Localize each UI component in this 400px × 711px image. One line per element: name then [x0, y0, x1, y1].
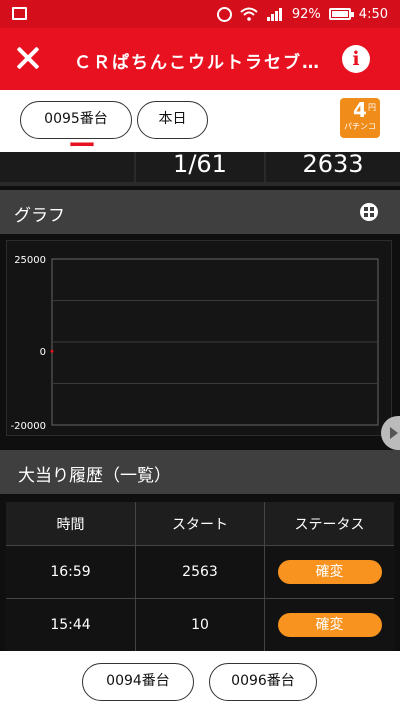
column-header-status: ステータス [294, 516, 365, 533]
slump-chart: 25000 0 -20000 [11, 255, 379, 432]
bottom-nav: 0094番台 0096番台 [0, 651, 400, 711]
stat-cut-value: ー [68, 129, 97, 162]
chart-y-ticks: 25000 0 -20000 [11, 255, 46, 432]
previous-machine-button[interactable]: 0094番台 [82, 663, 194, 701]
status-badge: 確変 [277, 613, 382, 637]
chart-points [50, 349, 54, 353]
status-time: 4:50 [358, 6, 388, 22]
rate-badge-type: パチンコ [344, 122, 376, 131]
table-row: 16:59 2563 確変 [6, 546, 394, 599]
status-badge: 確変 [277, 560, 382, 584]
history-header-row: 時間 スタート ステータス [6, 502, 394, 546]
page-title: ＣＲぱちんこウルトラセブン... [74, 53, 334, 73]
info-icon[interactable]: i [342, 45, 370, 73]
wifi-icon [240, 7, 258, 21]
history-label: 大当り履歴（一覧） [18, 466, 171, 486]
column-header-start: スタート [136, 502, 265, 545]
rate-badge-unit: 円 [368, 103, 376, 112]
graph-panel: 25000 0 -20000 [6, 240, 392, 436]
app-header: ＣＲぱちんこウルトラセブン... i [0, 28, 400, 90]
row-time: 15:44 [6, 599, 136, 651]
row-start: 2563 [136, 546, 265, 598]
gallery-icon [12, 7, 27, 20]
stat-cell-cut: ー [0, 132, 134, 182]
grid-icon[interactable] [360, 203, 378, 221]
stat-probability: 1/61 [136, 152, 264, 182]
app-screen: 92% 4:50 ＣＲぱちんこウルトラセブン... i 0095番台 本日 4 … [0, 0, 400, 711]
selector-row: 0095番台 本日 4 円 パチンコ [0, 90, 400, 152]
chart-y-tick-label: 0 [40, 347, 46, 358]
graph-label: グラフ [14, 206, 65, 226]
history-table: 時間 スタート ステータス 16:59 2563 確変 15:44 10 確変 [6, 502, 394, 652]
chart-point [50, 349, 54, 353]
signal-icon [266, 8, 282, 21]
alarm-icon [216, 6, 232, 22]
column-header-time: 時間 [6, 502, 136, 545]
chart-y-tick-label: -20000 [11, 421, 46, 432]
day-button[interactable]: 本日 [137, 101, 208, 139]
table-row: 15:44 10 確変 [6, 599, 394, 652]
row-status: 確変 [265, 546, 394, 598]
close-icon[interactable] [10, 39, 48, 77]
status-icons: 92% 4:50 [216, 4, 388, 24]
chart-y-tick-label: 25000 [14, 255, 46, 266]
battery-icon [328, 8, 354, 20]
stat-total: 2633 [266, 152, 400, 182]
row-start: 10 [136, 599, 265, 651]
row-status: 確変 [265, 599, 394, 651]
rate-badge: 4 円 パチンコ [340, 98, 380, 138]
battery-percent: 92% [291, 6, 321, 22]
history-section-header: 大当り履歴（一覧） [0, 450, 400, 494]
row-time: 16:59 [6, 546, 136, 598]
graph-section-header: グラフ [0, 190, 400, 234]
status-bar: 92% 4:50 [0, 0, 400, 28]
stats-row: ー 1/61 2633 [0, 132, 400, 186]
next-machine-button[interactable]: 0096番台 [209, 663, 317, 701]
